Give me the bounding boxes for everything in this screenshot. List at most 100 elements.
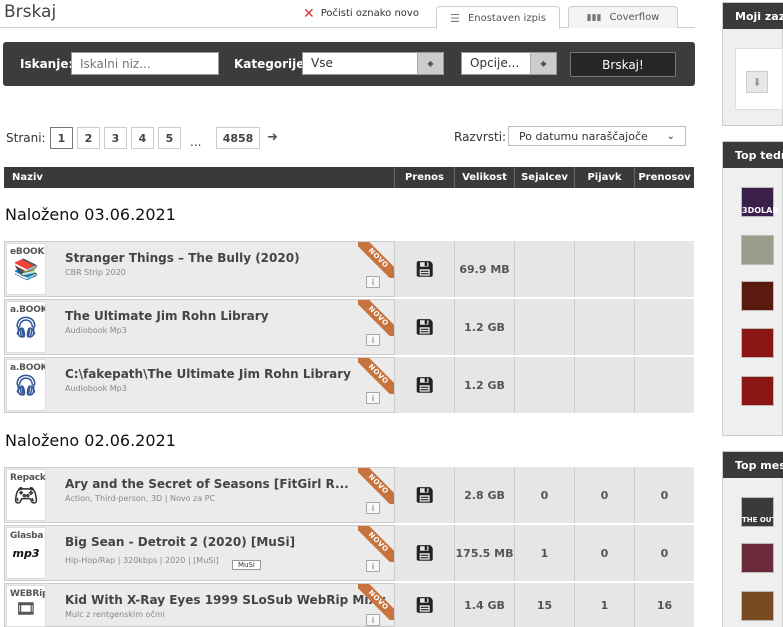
- info-icon[interactable]: i: [366, 392, 380, 404]
- top-month-item-thumbnail[interactable]: THE OUTPOST: [741, 497, 774, 527]
- column-downloads[interactable]: Prenosov: [634, 167, 694, 188]
- column-download[interactable]: Prenos: [394, 167, 454, 188]
- books-icon: 📚: [13, 257, 39, 281]
- download-button[interactable]: 💾︎: [394, 241, 454, 297]
- item-subtitle: Audiobook Mp3: [65, 326, 127, 335]
- item-title-link[interactable]: Kid With X-Ray Eyes 1999 SLoSub WebRip M…: [65, 593, 386, 607]
- top-week-item-thumbnail[interactable]: [741, 281, 774, 311]
- category-label: Glasba: [10, 531, 44, 541]
- leechers-cell: [574, 299, 634, 355]
- item-title-link[interactable]: Stranger Things – The Bully (2020): [65, 251, 300, 265]
- downloads-cell: 0: [634, 525, 694, 581]
- sort-label: Razvrsti:: [454, 130, 507, 144]
- top-week-item-thumbnail[interactable]: [741, 376, 774, 406]
- item-title-link[interactable]: C:\fakepath\The Ultimate Jim Rohn Librar…: [65, 367, 351, 381]
- item-subtitle: Hip-Hop/Rap | 320kbps | 2020 | [MuSi]: [65, 556, 219, 565]
- category-select[interactable]: Vse: [302, 52, 418, 75]
- pagination-ellipsis: ...: [190, 135, 202, 149]
- size-cell: 1.4 GB: [454, 583, 514, 627]
- bookmark-dropzone[interactable]: ⬇: [735, 48, 783, 110]
- page-link-last[interactable]: 4858: [216, 127, 260, 149]
- page-link-5[interactable]: 5: [158, 127, 181, 149]
- download-button[interactable]: 💾︎: [394, 357, 454, 413]
- search-submit-button[interactable]: Brskaj!: [570, 52, 676, 77]
- info-icon[interactable]: i: [366, 334, 380, 346]
- item-title-link[interactable]: Big Sean - Detroit 2 (2020) [MuSi]: [65, 535, 295, 549]
- list-icon: ☰: [450, 11, 460, 25]
- headphones-icon: 🎧︎: [13, 373, 39, 397]
- category-thumbnail[interactable]: Glasba mp3: [6, 527, 46, 579]
- download-button[interactable]: 💾︎: [394, 525, 454, 581]
- info-icon[interactable]: i: [366, 276, 380, 288]
- info-icon[interactable]: i: [366, 502, 380, 514]
- column-size[interactable]: Velikost: [454, 167, 514, 188]
- downloads-cell: 0: [634, 467, 694, 523]
- tab-simple-label: Enostaven izpis: [467, 12, 546, 24]
- tab-coverflow-label: Coverflow: [609, 12, 660, 23]
- options-dropdown-arrow-icon[interactable]: ◆: [530, 52, 557, 75]
- page-link-3[interactable]: 3: [104, 127, 127, 149]
- top-month-item-thumbnail[interactable]: [741, 591, 774, 621]
- size-cell: 69.9 MB: [454, 241, 514, 297]
- top-week-item-thumbnail[interactable]: [741, 235, 774, 265]
- item-subtitle: Mulc z rentgenskim očmi: [65, 610, 165, 619]
- category-thumbnail[interactable]: WEBRip 🎞︎: [6, 585, 46, 627]
- item-title-link[interactable]: The Ultimate Jim Rohn Library: [65, 309, 269, 323]
- top-week-item-thumbnail[interactable]: 3DOLAR: [741, 187, 778, 217]
- top-month-item-thumbnail[interactable]: [741, 543, 774, 573]
- page-link-1[interactable]: 1: [50, 127, 73, 149]
- category-thumbnail[interactable]: a.BOOK 🎧︎: [6, 301, 46, 353]
- save-disk-icon: 💾︎: [414, 596, 435, 614]
- page-title: Brskaj: [4, 2, 57, 22]
- search-input[interactable]: [71, 52, 219, 75]
- item-subtitle: CBR Strip 2020: [65, 268, 126, 277]
- category-thumbnail[interactable]: Repack 🎮︎: [6, 469, 46, 521]
- leechers-cell: 1: [574, 583, 634, 627]
- clear-new-filter-link[interactable]: ✕ Počisti oznako novo: [303, 5, 419, 22]
- downloads-cell: [634, 241, 694, 297]
- item-subtitle: Action, Third-person, 3D | Novo za PC: [65, 494, 216, 503]
- save-disk-icon: 💾︎: [414, 260, 435, 278]
- category-thumbnail[interactable]: a.BOOK 🎧︎: [6, 359, 46, 411]
- leechers-cell: [574, 357, 634, 413]
- info-icon[interactable]: i: [366, 560, 380, 572]
- bookmarks-title: Moji zaznamki: [723, 3, 783, 29]
- item-title-link[interactable]: Ary and the Secret of Seasons [FitGirl R…: [65, 477, 349, 491]
- headphones-icon: 🎧︎: [13, 315, 39, 339]
- tab-simple-list[interactable]: ☰ Enostaven izpis: [436, 6, 560, 29]
- sort-value: Po datumu naraščajoče: [519, 129, 648, 143]
- save-disk-icon: 💾︎: [414, 318, 435, 336]
- options-select[interactable]: Opcije...: [461, 52, 531, 75]
- tag-pill: MuSi: [232, 560, 261, 570]
- arrow-down-icon: ⬇: [746, 71, 768, 93]
- group-date-title: Naloženo 02.06.2021: [5, 431, 176, 450]
- category-label: a.BOOK: [10, 305, 46, 315]
- save-disk-icon: 💾︎: [414, 376, 435, 394]
- gamepad-icon: 🎮︎: [13, 483, 39, 507]
- category-label: Kategorije:: [234, 57, 310, 71]
- download-button[interactable]: 💾︎: [394, 467, 454, 523]
- column-name[interactable]: Naziv: [4, 167, 394, 188]
- leechers-cell: [574, 241, 634, 297]
- download-button[interactable]: 💾︎: [394, 583, 454, 627]
- sort-select[interactable]: Po datumu naraščajoče ⌄: [508, 126, 686, 146]
- item-tag[interactable]: MuSi: [228, 552, 261, 571]
- arrow-right-icon[interactable]: ➜: [267, 130, 278, 145]
- page-link-4[interactable]: 4: [131, 127, 154, 149]
- item-subtitle: Audiobook Mp3: [65, 384, 127, 393]
- tab-coverflow[interactable]: ▮▮▮ Coverflow: [568, 6, 678, 28]
- new-badge: NOVO: [358, 242, 394, 278]
- column-seeders[interactable]: Sejalcev: [514, 167, 574, 188]
- category-thumbnail[interactable]: eBOOKS 📚: [6, 243, 46, 295]
- close-icon: ✕: [303, 5, 315, 22]
- coverflow-icon: ▮▮▮: [586, 12, 602, 23]
- top-week-item-thumbnail[interactable]: [741, 328, 774, 358]
- film-reel-icon: 🎞︎: [15, 599, 37, 618]
- category-dropdown-arrow-icon[interactable]: ◆: [417, 52, 444, 75]
- download-button[interactable]: 💾︎: [394, 299, 454, 355]
- column-leechers[interactable]: Pijavk: [574, 167, 634, 188]
- info-icon[interactable]: i: [366, 614, 380, 626]
- search-label: Iskanje:: [20, 57, 74, 71]
- page-link-2[interactable]: 2: [77, 127, 100, 149]
- pagination-label: Strani:: [6, 131, 46, 145]
